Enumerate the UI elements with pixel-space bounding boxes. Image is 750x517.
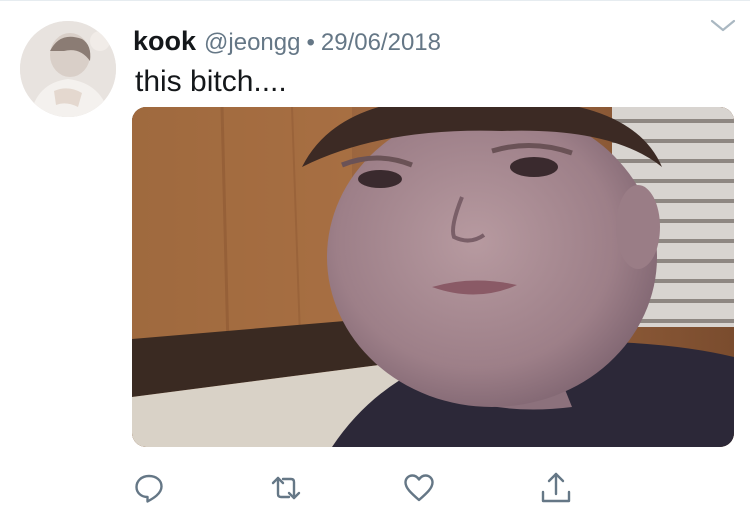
avatar[interactable] [20, 21, 116, 117]
tweet-text: this bitch.... [135, 65, 287, 98]
chevron-down-icon[interactable] [708, 14, 738, 36]
reply-icon[interactable] [131, 468, 167, 508]
share-icon[interactable] [538, 468, 574, 508]
retweet-icon[interactable] [268, 468, 304, 508]
divider [0, 0, 750, 1]
user-handle[interactable]: @jeongg [204, 29, 300, 57]
separator-dot: • [306, 29, 315, 56]
tweet-action-bar [0, 468, 750, 512]
tweet-card[interactable]: kook @jeongg • 29/06/2018 this bitch.... [0, 0, 750, 517]
tweet-media-photo[interactable] [132, 107, 734, 447]
tweet-header: kook @jeongg • 29/06/2018 [133, 26, 441, 60]
tweet-date[interactable]: 29/06/2018 [321, 29, 441, 57]
display-name[interactable]: kook [133, 26, 196, 57]
heart-icon[interactable] [401, 468, 437, 508]
